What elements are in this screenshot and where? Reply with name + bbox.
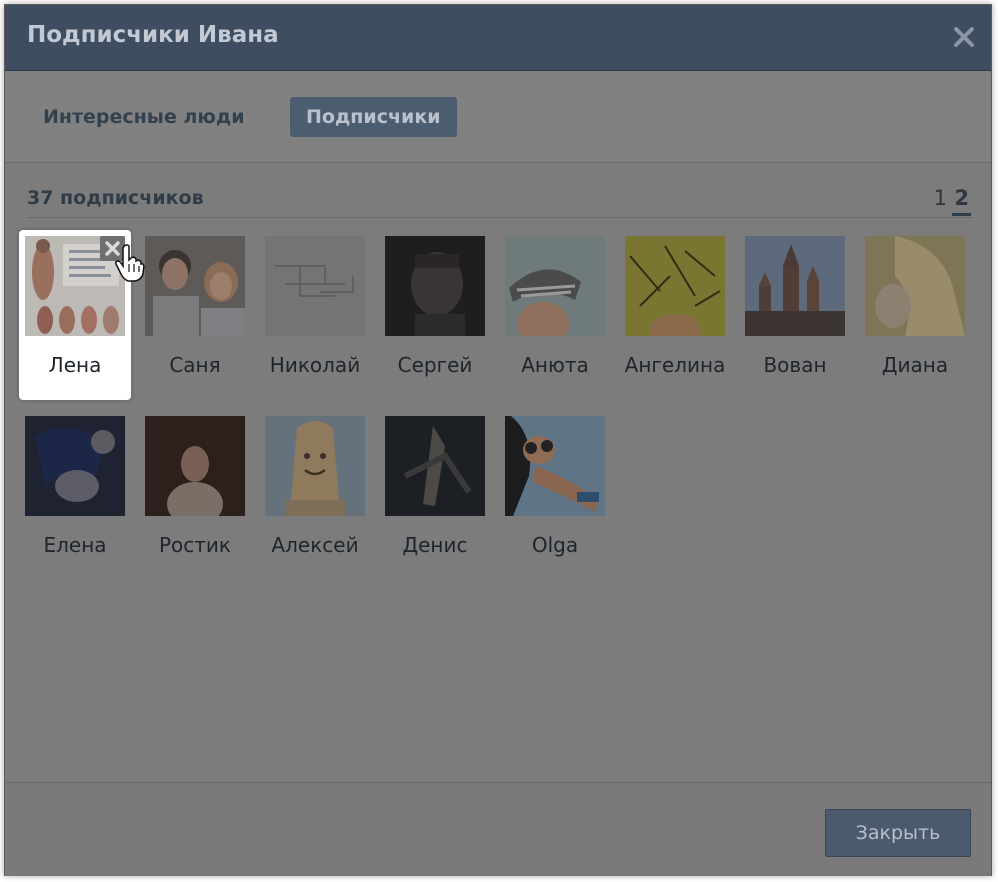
follower-name[interactable]: Лена xyxy=(9,353,141,377)
avatar[interactable] xyxy=(265,236,365,336)
count-row: 37 подписчиков 1 2 xyxy=(27,183,973,218)
follower-name[interactable]: Денис xyxy=(369,533,501,557)
follower-name[interactable]: Ангелина xyxy=(609,353,741,377)
follower-name[interactable]: Николай xyxy=(249,353,381,377)
avatar[interactable] xyxy=(625,236,725,336)
follower-tile-rostik[interactable]: Ростик xyxy=(139,410,251,580)
close-icon[interactable] xyxy=(953,26,975,48)
dialog-title: Подписчики Ивана xyxy=(27,22,279,48)
avatar[interactable] xyxy=(265,416,365,516)
follower-tile-denis[interactable]: Денис xyxy=(379,410,491,580)
follower-name[interactable]: Вован xyxy=(729,353,861,377)
avatar[interactable] xyxy=(385,416,485,516)
follower-name[interactable]: Елена xyxy=(9,533,141,557)
follower-tile-nikolai[interactable]: Николай xyxy=(259,230,371,400)
avatar[interactable] xyxy=(505,236,605,336)
tab-interesting-people[interactable]: Интересные люди xyxy=(27,97,261,137)
follower-tile-angelina[interactable]: Ангелина xyxy=(619,230,731,400)
page-link-1[interactable]: 1 xyxy=(934,183,947,213)
page-current-2: 2 xyxy=(952,183,971,216)
follower-name[interactable]: Ростик xyxy=(129,533,261,557)
follower-name[interactable]: Диана xyxy=(849,353,981,377)
follower-tile-elena[interactable]: Елена xyxy=(19,410,131,580)
follower-tile-anyuta[interactable]: Анюта xyxy=(499,230,611,400)
avatar[interactable] xyxy=(145,236,245,336)
follower-name[interactable]: Сергей xyxy=(369,353,501,377)
avatar[interactable] xyxy=(865,236,965,336)
followers-count: 37 подписчиков xyxy=(27,187,204,209)
dialog-footer: Закрыть xyxy=(5,782,991,876)
follower-name[interactable]: Анюта xyxy=(489,353,621,377)
avatar[interactable] xyxy=(385,236,485,336)
follower-name[interactable]: Olga xyxy=(489,533,621,557)
dialog-titlebar: Подписчики Ивана xyxy=(5,5,991,71)
tabs-bar: Интересные люди Подписчики xyxy=(5,71,991,163)
follower-tile-sanya[interactable]: Саня xyxy=(139,230,251,400)
avatar[interactable] xyxy=(25,416,125,516)
hand-cursor-icon xyxy=(115,244,145,282)
close-button[interactable]: Закрыть xyxy=(825,809,971,857)
followers-dialog: Подписчики Ивана Интересные люди Подписч… xyxy=(4,4,992,876)
follower-tile-sergei[interactable]: Сергей xyxy=(379,230,491,400)
follower-tile-olga[interactable]: Olga xyxy=(499,410,611,580)
follower-tile-vovan[interactable]: Вован xyxy=(739,230,851,400)
avatar[interactable] xyxy=(145,416,245,516)
follower-name[interactable]: Алексей xyxy=(249,533,381,557)
tab-followers[interactable]: Подписчики xyxy=(290,97,457,137)
follower-tile-diana[interactable]: Диана xyxy=(859,230,971,400)
avatar[interactable] xyxy=(505,416,605,516)
follower-name[interactable]: Саня xyxy=(129,353,261,377)
follower-tile-aleksei[interactable]: Алексей xyxy=(259,410,371,580)
avatar[interactable] xyxy=(745,236,845,336)
